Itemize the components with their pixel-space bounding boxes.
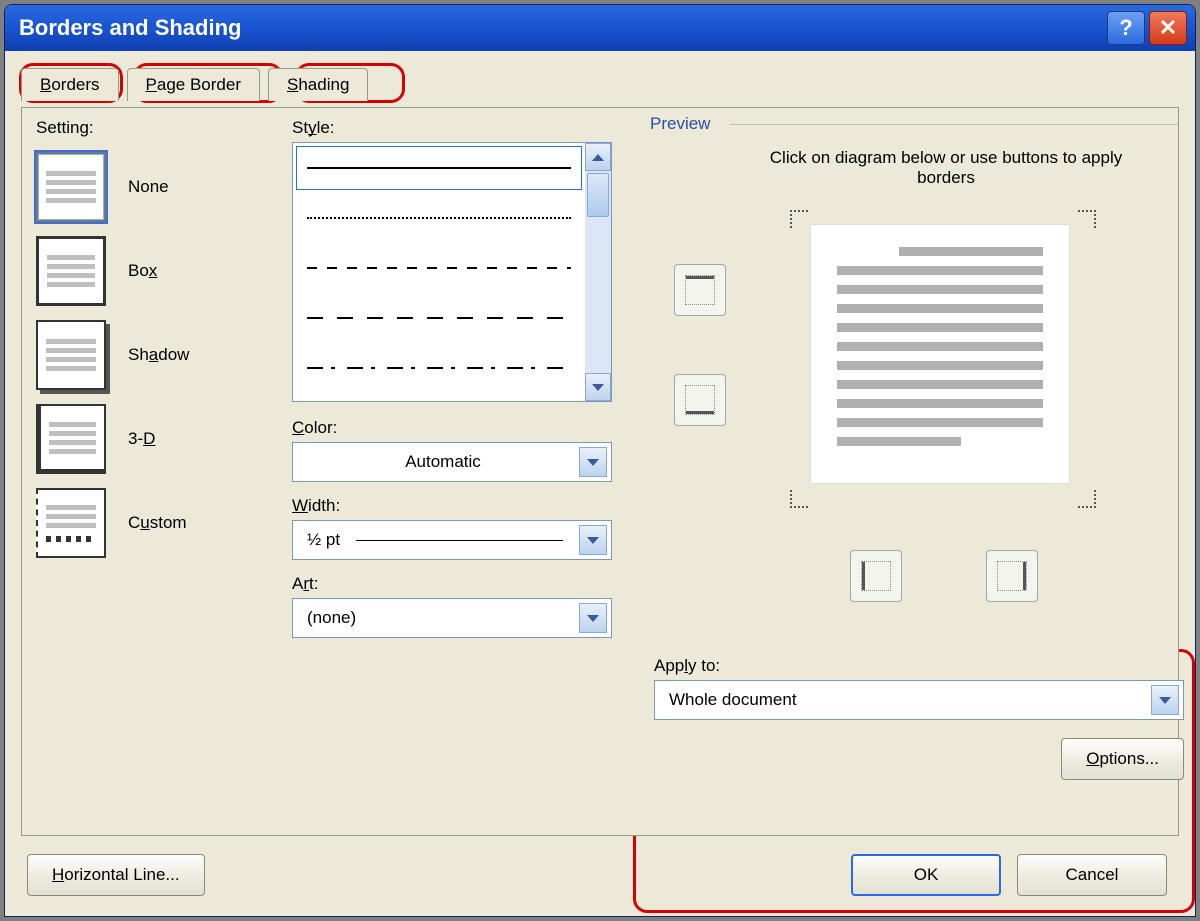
scroll-thumb[interactable] (587, 173, 609, 217)
art-dropdown-button[interactable] (579, 603, 607, 633)
style-option-dashdot[interactable] (293, 343, 585, 393)
style-option-dash-fine[interactable] (293, 243, 585, 293)
color-value: Automatic (307, 452, 579, 472)
ok-button[interactable]: OK (851, 854, 1001, 896)
setting-custom[interactable]: Custom (36, 488, 252, 558)
tab-borders[interactable]: Borders (21, 68, 119, 101)
setting-shadow-icon (36, 320, 106, 390)
color-dropdown-button[interactable] (579, 447, 607, 477)
close-icon: ✕ (1159, 15, 1177, 41)
style-list-items (293, 143, 585, 401)
corner-marker (1078, 490, 1096, 508)
setting-shadow[interactable]: Shadow (36, 320, 252, 390)
close-button[interactable]: ✕ (1149, 11, 1187, 45)
style-label: Style: (292, 118, 612, 138)
preview-divider (730, 124, 1178, 125)
style-option-dash[interactable] (293, 293, 585, 343)
setting-item-label: 3-D (128, 429, 155, 449)
border-top-icon (685, 275, 715, 305)
setting-3d-icon (36, 404, 106, 474)
corner-marker (790, 490, 808, 508)
corner-marker (1078, 210, 1096, 228)
apply-to-label: Apply to: (654, 656, 1184, 676)
width-value: ½ pt (307, 530, 340, 550)
chevron-up-icon (592, 154, 604, 161)
setting-box-icon (36, 236, 106, 306)
chevron-down-icon (587, 459, 599, 466)
dialog-window: Borders and Shading ? ✕ Borders Page Bor… (4, 4, 1196, 917)
preview-label: Preview (650, 114, 710, 134)
window-title: Borders and Shading (19, 15, 241, 41)
chevron-down-icon (592, 384, 604, 391)
tab-page-border[interactable]: Page Border (127, 68, 260, 101)
tab-panel: Setting: None Box Shadow 3-D (21, 107, 1179, 836)
apply-to-dropdown[interactable]: Whole document (654, 680, 1184, 720)
art-dropdown[interactable]: (none) (292, 598, 612, 638)
setting-none-icon (36, 152, 106, 222)
setting-item-label: Custom (128, 513, 187, 533)
scroll-up-button[interactable] (585, 143, 611, 171)
setting-section: Setting: None Box Shadow 3-D (26, 112, 262, 660)
setting-box[interactable]: Box (36, 236, 252, 306)
setting-custom-icon (36, 488, 106, 558)
dialog-buttons: Horizontal Line... OK Cancel (27, 854, 1167, 896)
art-label: Art: (292, 574, 612, 594)
client-area: Borders Page Border Shading Setting: Non… (13, 57, 1187, 908)
preview-hint: Click on diagram below or use buttons to… (740, 148, 1152, 188)
horizontal-line-button[interactable]: Horizontal Line... (27, 854, 205, 896)
preview-section: Preview Click on diagram below or use bu… (640, 114, 1182, 638)
scroll-track[interactable] (585, 219, 611, 373)
border-left-button[interactable] (850, 550, 902, 602)
preview-diagram[interactable] (810, 224, 1070, 484)
chevron-down-icon (1159, 697, 1171, 704)
tab-shading[interactable]: Shading (268, 68, 368, 101)
cancel-button[interactable]: Cancel (1017, 854, 1167, 896)
style-section: Style: Color (282, 112, 622, 790)
corner-marker (790, 210, 808, 228)
width-label: Width: (292, 496, 612, 516)
setting-none[interactable]: None (36, 152, 252, 222)
width-sample-line (356, 540, 563, 541)
width-dropdown[interactable]: ½ pt (292, 520, 612, 560)
help-icon: ? (1119, 15, 1132, 41)
apply-section: Apply to: Whole document Options... (640, 648, 1196, 858)
style-list[interactable] (292, 142, 612, 402)
chevron-down-icon (587, 537, 599, 544)
border-bottom-icon (685, 385, 715, 415)
tabstrip: Borders Page Border Shading (21, 67, 1187, 100)
color-label: Color: (292, 418, 612, 438)
color-dropdown[interactable]: Automatic (292, 442, 612, 482)
setting-label: Setting: (36, 118, 252, 138)
style-option-solid[interactable] (293, 143, 585, 193)
setting-item-label: Shadow (128, 345, 189, 365)
apply-to-value: Whole document (669, 690, 797, 710)
titlebar[interactable]: Borders and Shading ? ✕ (5, 5, 1195, 51)
apply-to-dropdown-button[interactable] (1151, 685, 1179, 715)
border-left-icon (861, 561, 891, 591)
art-value: (none) (307, 608, 356, 628)
border-bottom-button[interactable] (674, 374, 726, 426)
setting-item-label: None (128, 177, 169, 197)
style-scrollbar[interactable] (585, 143, 611, 401)
scroll-down-button[interactable] (585, 373, 611, 401)
options-button[interactable]: Options... (1061, 738, 1184, 780)
width-dropdown-button[interactable] (579, 525, 607, 555)
style-option-dots[interactable] (293, 193, 585, 243)
border-right-icon (997, 561, 1027, 591)
border-right-button[interactable] (986, 550, 1038, 602)
border-top-button[interactable] (674, 264, 726, 316)
setting-item-label: Box (128, 261, 157, 281)
chevron-down-icon (587, 615, 599, 622)
setting-3d[interactable]: 3-D (36, 404, 252, 474)
help-button[interactable]: ? (1107, 11, 1145, 45)
